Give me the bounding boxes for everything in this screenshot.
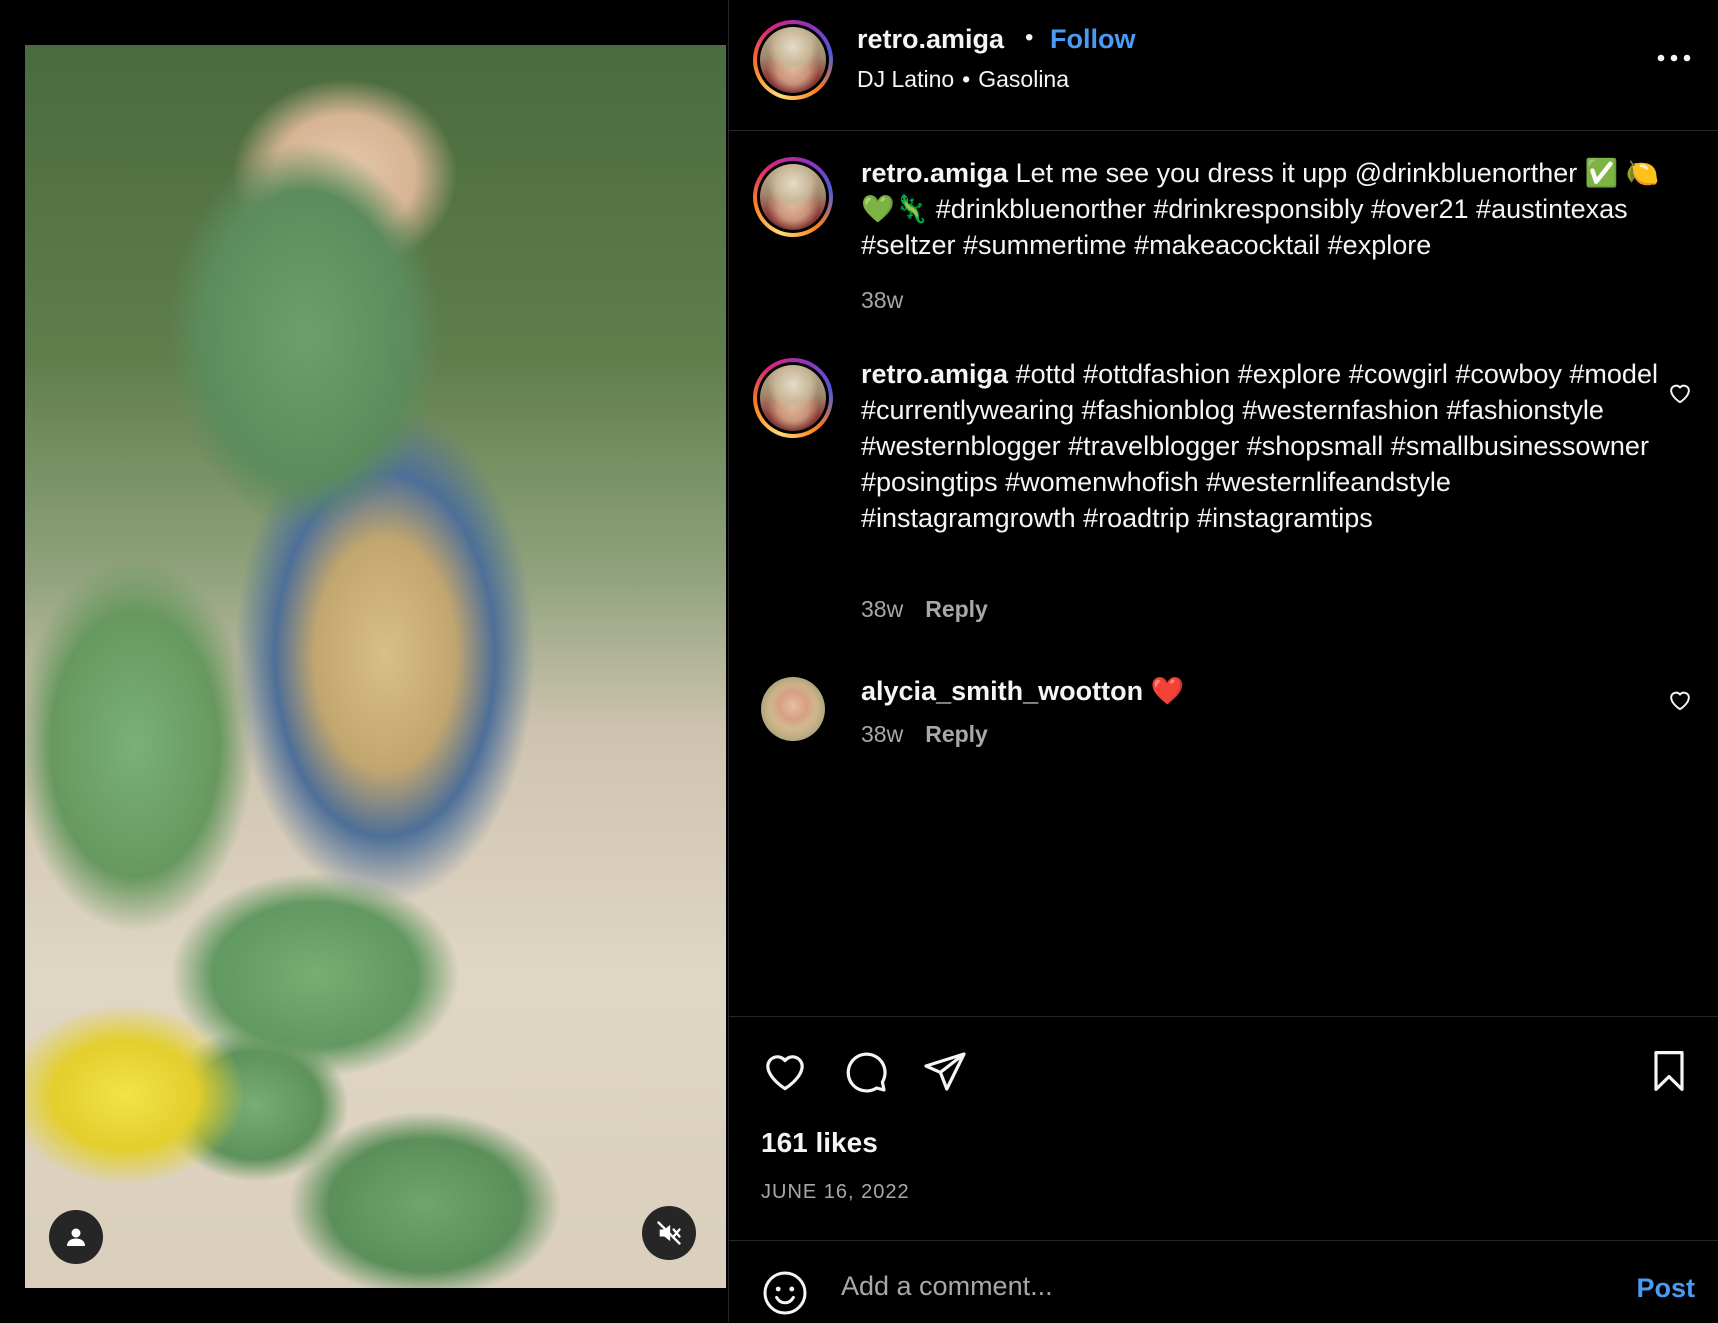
like-comment-button[interactable] (1667, 380, 1693, 406)
reply-button[interactable]: Reply (925, 721, 988, 747)
caption-meta: 38w (861, 287, 903, 314)
comment-time[interactable]: 38w (861, 721, 903, 747)
caption-avatar[interactable] (753, 157, 833, 237)
comment-username[interactable]: alycia_smith_wootton (861, 676, 1143, 706)
reply-button[interactable]: Reply (925, 596, 988, 622)
audio-separator: • (962, 66, 971, 92)
audio-track: Gasolina (978, 66, 1070, 92)
post-details-panel: retro.amiga • Follow DJ Latino • Gasolina … (728, 0, 1718, 1322)
more-options-button[interactable] (1651, 44, 1697, 72)
comment-text: retro.amiga #ottd #ottdfashion #explore … (861, 356, 1661, 536)
heart-icon (766, 1055, 804, 1091)
audio-artist: DJ Latino (857, 66, 955, 92)
comment-time[interactable]: 38w (861, 596, 903, 622)
comment-meta: 38w Reply (861, 596, 988, 623)
comments-list[interactable]: retro.amiga Let me see you dress it upp … (729, 131, 1718, 1016)
list-item: alycia_smith_wootton ❤️ 38w Reply (729, 673, 1718, 773)
comment-username[interactable]: retro.amiga (861, 359, 1008, 389)
comment-body: ❤️ (1143, 676, 1185, 706)
follow-button[interactable]: Follow (1050, 24, 1135, 55)
author-avatar[interactable] (753, 20, 833, 100)
list-item: retro.amiga #ottd #ottdfashion #explore … (729, 356, 1718, 626)
comment-text: alycia_smith_wootton ❤️ (861, 673, 1661, 709)
audio-info[interactable]: DJ Latino • Gasolina (857, 66, 1069, 93)
like-comment-button[interactable] (1667, 687, 1693, 713)
heart-icon (1670, 384, 1690, 404)
user-icon (67, 1228, 85, 1246)
add-comment-bar: Post (729, 1240, 1718, 1323)
post-button[interactable]: Post (1636, 1273, 1695, 1304)
post-date[interactable]: JUNE 16, 2022 (761, 1181, 910, 1204)
emoji-icon (763, 1271, 807, 1315)
comment-meta: 38w Reply (861, 721, 988, 748)
caption: retro.amiga Let me see you dress it upp … (729, 155, 1718, 325)
post-actions: 161 likes JUNE 16, 2022 (729, 1016, 1718, 1241)
caption-time[interactable]: 38w (861, 287, 903, 313)
bookmark-icon (1654, 1051, 1684, 1091)
save-button[interactable] (1645, 1047, 1693, 1100)
emoji-button[interactable] (761, 1269, 809, 1322)
comment-input[interactable] (839, 1265, 1563, 1307)
post-header: retro.amiga • Follow DJ Latino • Gasolina (729, 0, 1718, 131)
likes-count[interactable]: 161 likes (761, 1127, 878, 1159)
post-media-video[interactable] (25, 45, 726, 1288)
comment-button[interactable] (841, 1047, 889, 1100)
tagged-users-button[interactable] (49, 1210, 103, 1264)
more-horizontal-icon (1657, 54, 1691, 62)
author-username[interactable]: retro.amiga (857, 24, 1004, 55)
volume-muted-icon (657, 1221, 681, 1245)
share-button[interactable] (921, 1047, 969, 1100)
send-icon (924, 1052, 966, 1091)
caption-username[interactable]: retro.amiga (861, 158, 1008, 188)
mute-button[interactable] (642, 1206, 696, 1260)
heart-icon (1670, 691, 1690, 711)
header-separator: • (1025, 24, 1034, 51)
comment-icon (846, 1052, 887, 1093)
comment-avatar[interactable] (753, 358, 833, 438)
comment-avatar[interactable] (761, 677, 825, 741)
caption-text: retro.amiga Let me see you dress it upp … (861, 155, 1661, 263)
like-button[interactable] (761, 1047, 809, 1100)
